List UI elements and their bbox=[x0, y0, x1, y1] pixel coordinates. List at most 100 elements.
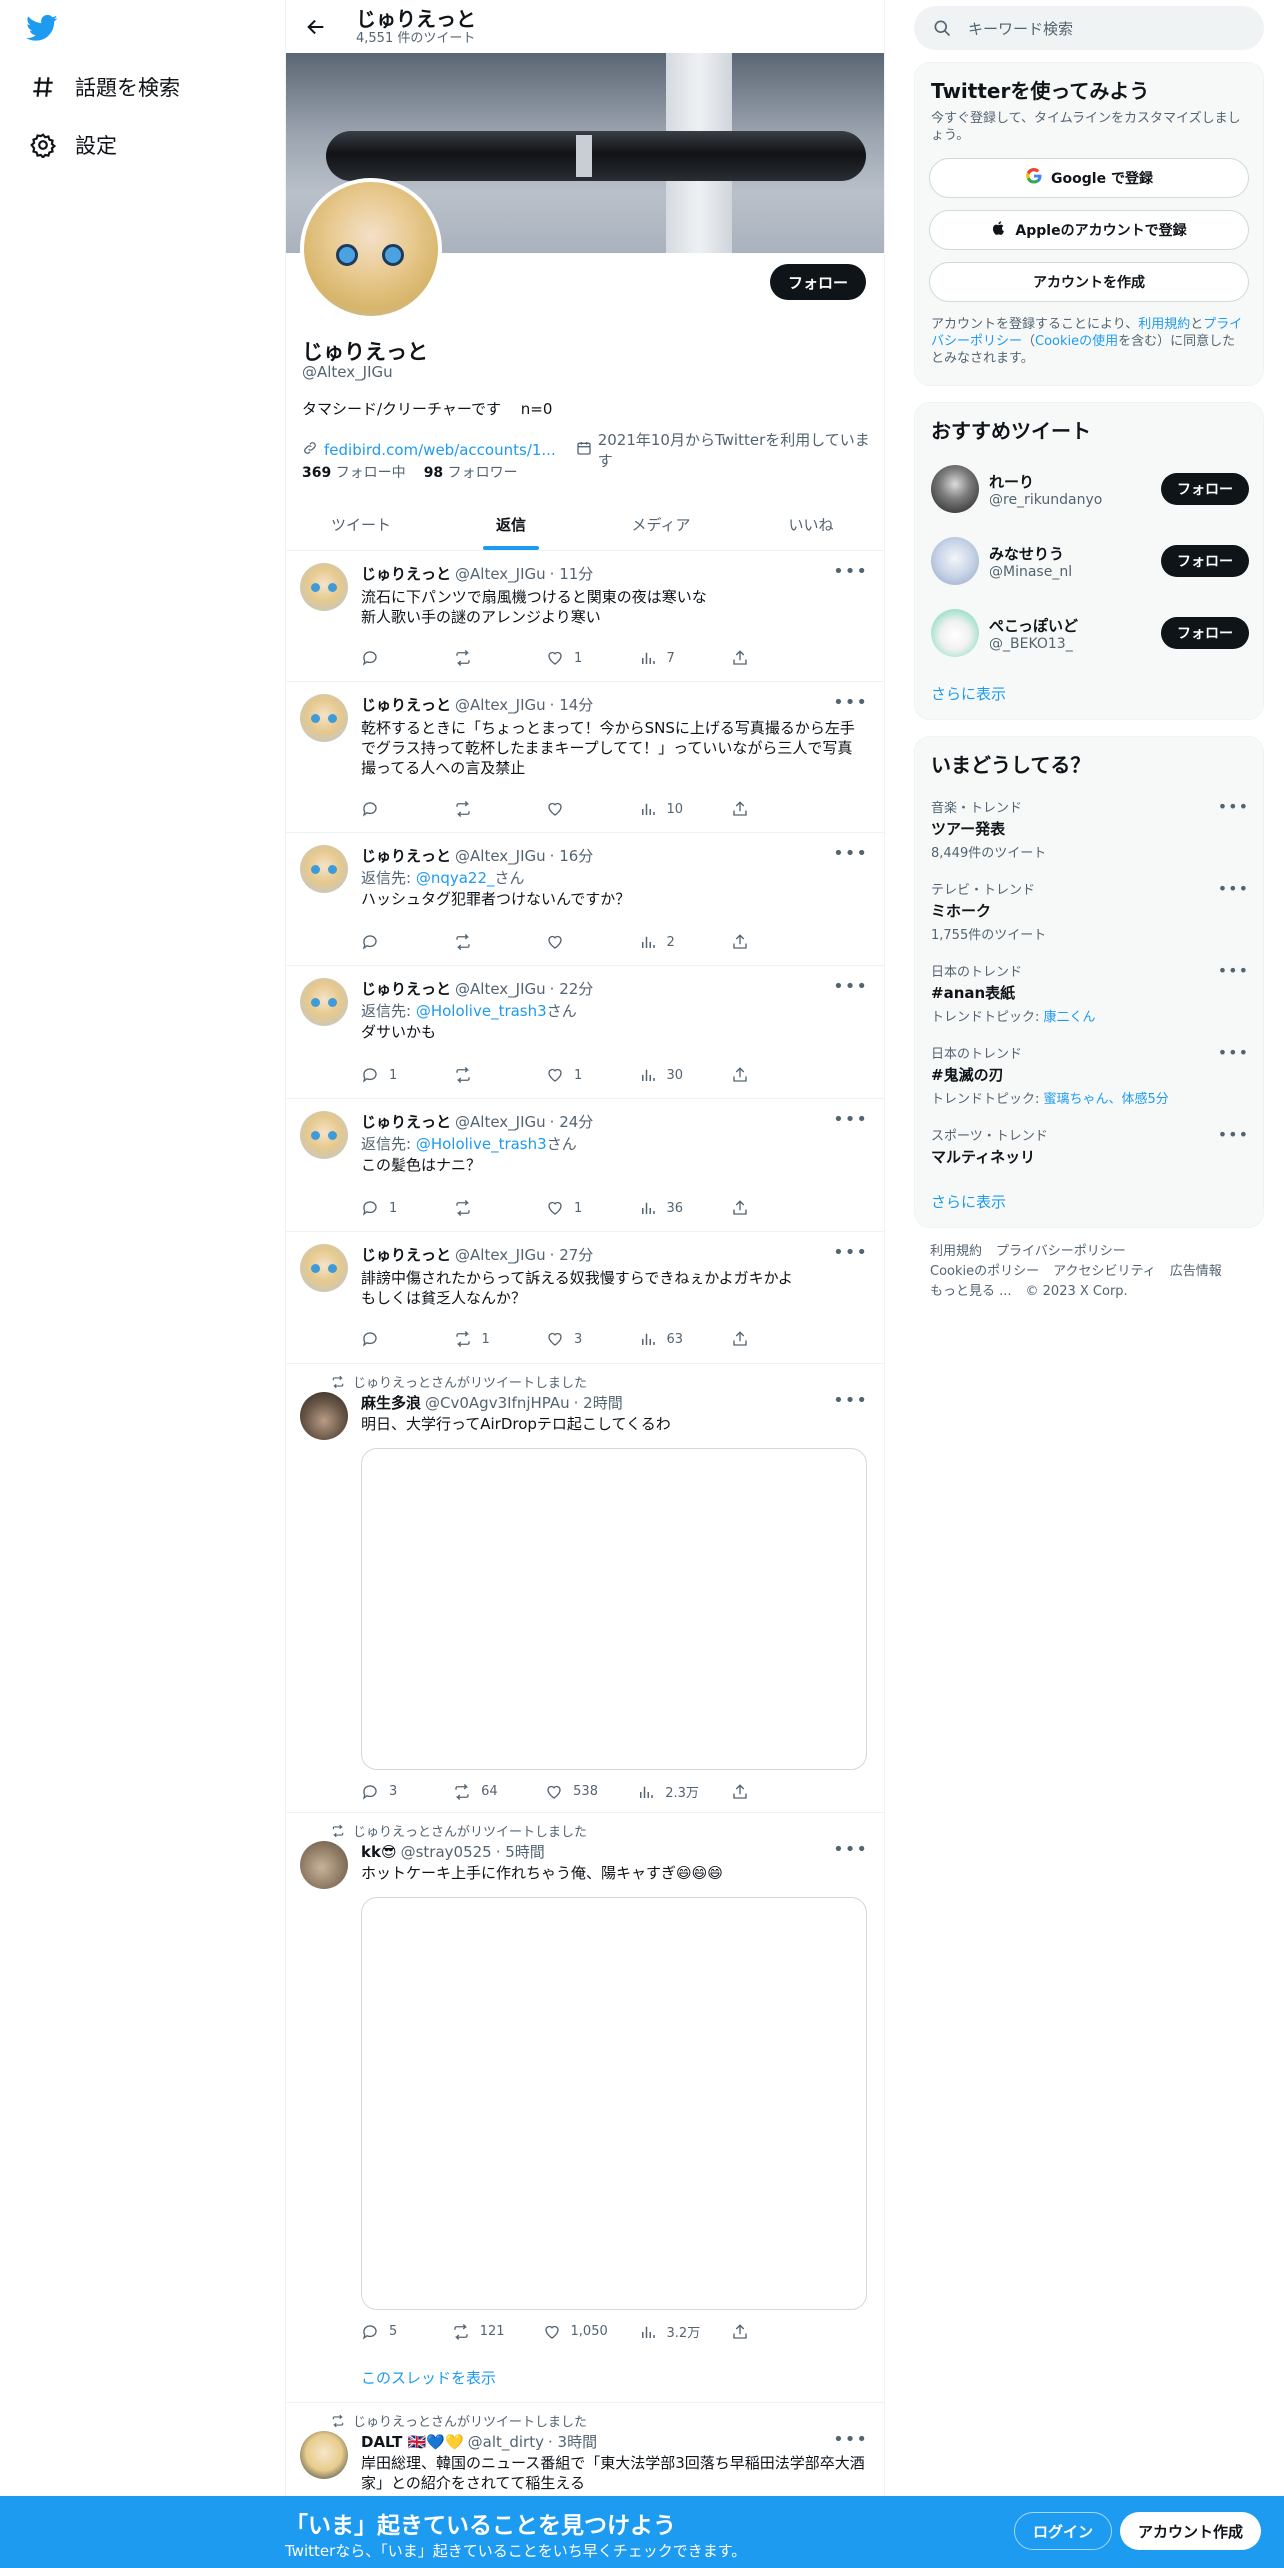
tab-media[interactable]: メディア bbox=[586, 498, 736, 550]
google-signup-button[interactable]: Google で登録 bbox=[929, 158, 1249, 198]
more-icon[interactable]: ••• bbox=[833, 561, 868, 582]
tweet-avatar[interactable] bbox=[300, 2431, 348, 2479]
tweet-item[interactable]: じゅりえっと @Altex_JIGu · 11分 ••• 流石に下パンツで扇風機つけ… bbox=[286, 551, 884, 682]
recommended-user[interactable]: れーり @re_rikundanyo フォロー bbox=[931, 461, 1249, 517]
more-icon[interactable]: ••• bbox=[833, 1242, 868, 1263]
retweet-button[interactable] bbox=[454, 933, 514, 951]
signup-button[interactable]: アカウント作成 bbox=[1120, 2512, 1262, 2550]
like-button[interactable]: 1,050 bbox=[543, 2322, 608, 2341]
followers-stat[interactable]: 98 フォロワー bbox=[424, 462, 518, 482]
retweet-button[interactable] bbox=[454, 1066, 514, 1084]
trend-item[interactable]: テレビ・トレンド ミホーク 1,755件のツイート ••• bbox=[931, 879, 1249, 943]
retweet-button[interactable] bbox=[454, 649, 514, 667]
like-button[interactable]: 1 bbox=[546, 1066, 606, 1084]
like-button[interactable]: 1 bbox=[546, 649, 606, 667]
trend-topic-link[interactable]: 蜜璃ちゃん、体感5分 bbox=[1044, 1092, 1169, 1107]
trend-topic-link[interactable]: 康二くん bbox=[1044, 1010, 1096, 1025]
reply-to-link[interactable]: @Hololive_trash3 bbox=[416, 1002, 547, 1020]
views-button[interactable]: 3.2万 bbox=[639, 2322, 700, 2341]
more-icon[interactable]: ••• bbox=[1218, 1043, 1249, 1062]
retweet-button[interactable] bbox=[454, 1199, 514, 1217]
share-button[interactable] bbox=[731, 649, 791, 667]
twitter-logo-icon[interactable] bbox=[26, 12, 66, 46]
tweet-avatar[interactable] bbox=[300, 1244, 348, 1292]
more-icon[interactable]: ••• bbox=[833, 976, 868, 997]
share-button[interactable] bbox=[731, 1199, 791, 1217]
tweet-avatar[interactable] bbox=[300, 1392, 348, 1440]
reply-to-link[interactable]: @Hololive_trash3 bbox=[416, 1135, 547, 1153]
reply-button[interactable] bbox=[361, 933, 421, 951]
reply-button[interactable]: 5 bbox=[361, 2322, 421, 2341]
like-button[interactable]: 1 bbox=[546, 1199, 606, 1217]
trend-item[interactable]: 音楽・トレンド ツアー発表 8,449件のツイート ••• bbox=[931, 797, 1249, 861]
create-account-button[interactable]: アカウントを作成 bbox=[929, 262, 1249, 302]
tweet-item[interactable]: じゅりえっと @Altex_JIGu · 24分 ••• 返信先: @Hololiv… bbox=[286, 1099, 884, 1232]
views-button[interactable]: 2 bbox=[639, 933, 699, 951]
tweet-item[interactable]: じゅりえっと @Altex_JIGu · 14分 ••• 乾杯するときに「ちょっとま… bbox=[286, 682, 884, 833]
more-icon[interactable]: ••• bbox=[833, 843, 868, 864]
views-button[interactable]: 2.3万 bbox=[637, 1782, 699, 1801]
follow-button[interactable]: フォロー bbox=[769, 264, 866, 300]
share-button[interactable] bbox=[731, 933, 791, 951]
retweet-button[interactable]: 64 bbox=[453, 1782, 513, 1801]
reply-button[interactable]: 3 bbox=[361, 1782, 421, 1801]
footer-link[interactable]: Cookieのポリシー bbox=[930, 1264, 1039, 1279]
share-button[interactable] bbox=[731, 800, 791, 818]
tweet-media[interactable] bbox=[361, 1897, 867, 2310]
trend-item[interactable]: 日本のトレンド #anan表紙 トレンドトピック: 康二くん ••• bbox=[931, 961, 1249, 1025]
views-button[interactable]: 63 bbox=[639, 1330, 699, 1348]
share-button[interactable] bbox=[731, 1330, 791, 1348]
views-button[interactable]: 30 bbox=[639, 1066, 699, 1084]
tab-tweets[interactable]: ツイート bbox=[286, 498, 436, 550]
tweet-item[interactable]: じゅりえっと @Altex_JIGu · 16分 ••• 返信先: @nqya22_… bbox=[286, 833, 884, 966]
avatar[interactable] bbox=[931, 537, 979, 585]
tweet-item[interactable]: じゅりえっとさんがリツイートしました kk😎 @stray0525 · 5時間 ••… bbox=[286, 1813, 884, 2403]
login-button[interactable]: ログイン bbox=[1014, 2512, 1113, 2550]
tab-replies[interactable]: 返信 bbox=[436, 498, 586, 550]
views-button[interactable]: 36 bbox=[639, 1199, 699, 1217]
profile-website-link[interactable]: fedibird.com/web/accounts/1... bbox=[324, 441, 556, 459]
reply-to-link[interactable]: @nqya22_ bbox=[416, 869, 495, 887]
tweet-avatar[interactable] bbox=[300, 563, 348, 611]
footer-link[interactable]: もっと見る ... bbox=[930, 1284, 1012, 1299]
show-thread-link[interactable]: このスレッドを表示 bbox=[361, 2367, 496, 2388]
avatar[interactable] bbox=[931, 609, 979, 657]
like-button[interactable] bbox=[546, 800, 606, 818]
more-icon[interactable]: ••• bbox=[1218, 961, 1249, 980]
apple-signup-button[interactable]: Appleのアカウントで登録 bbox=[929, 210, 1249, 250]
tweet-avatar[interactable] bbox=[300, 845, 348, 893]
tweet-avatar[interactable] bbox=[300, 1111, 348, 1159]
show-more-link[interactable]: さらに表示 bbox=[931, 683, 1006, 704]
views-button[interactable]: 10 bbox=[639, 800, 699, 818]
footer-link[interactable]: 広告情報 bbox=[1170, 1264, 1222, 1279]
footer-link[interactable]: プライバシーポリシー bbox=[996, 1244, 1126, 1259]
like-button[interactable]: 538 bbox=[545, 1782, 605, 1801]
share-button[interactable] bbox=[731, 2322, 791, 2341]
following-stat[interactable]: 369 フォロー中 bbox=[302, 462, 406, 482]
reply-button[interactable] bbox=[361, 800, 421, 818]
tweet-avatar[interactable] bbox=[300, 978, 348, 1026]
more-icon[interactable]: ••• bbox=[1218, 797, 1249, 816]
reply-button[interactable] bbox=[361, 1330, 421, 1348]
follow-button[interactable]: フォロー bbox=[1161, 545, 1249, 577]
share-button[interactable] bbox=[731, 1782, 791, 1801]
show-more-link[interactable]: さらに表示 bbox=[931, 1191, 1006, 1212]
cookie-link[interactable]: Cookieの使用 bbox=[1035, 334, 1118, 349]
more-icon[interactable]: ••• bbox=[1218, 879, 1249, 898]
share-button[interactable] bbox=[731, 1066, 791, 1084]
tab-likes[interactable]: いいね bbox=[736, 498, 884, 550]
tweet-item[interactable]: じゅりえっとさんがリツイートしました 麻生多浪 @Cv0Agv3IfnjHPAu ·… bbox=[286, 1364, 884, 1813]
tweet-avatar[interactable] bbox=[300, 1841, 348, 1889]
more-icon[interactable]: ••• bbox=[833, 1109, 868, 1130]
follow-button[interactable]: フォロー bbox=[1161, 473, 1249, 505]
terms-link[interactable]: 利用規約 bbox=[1138, 317, 1190, 332]
like-button[interactable]: 3 bbox=[546, 1330, 606, 1348]
retweet-button[interactable]: 121 bbox=[452, 2322, 512, 2341]
like-button[interactable] bbox=[546, 933, 606, 951]
follow-button[interactable]: フォロー bbox=[1161, 617, 1249, 649]
more-icon[interactable]: ••• bbox=[833, 1390, 868, 1411]
reply-button[interactable]: 1 bbox=[361, 1066, 421, 1084]
tweet-item[interactable]: じゅりえっと @Altex_JIGu · 27分 ••• 誹謗中傷されたからって訴え… bbox=[286, 1232, 884, 1364]
more-icon[interactable]: ••• bbox=[833, 692, 868, 713]
profile-avatar[interactable] bbox=[300, 178, 442, 320]
